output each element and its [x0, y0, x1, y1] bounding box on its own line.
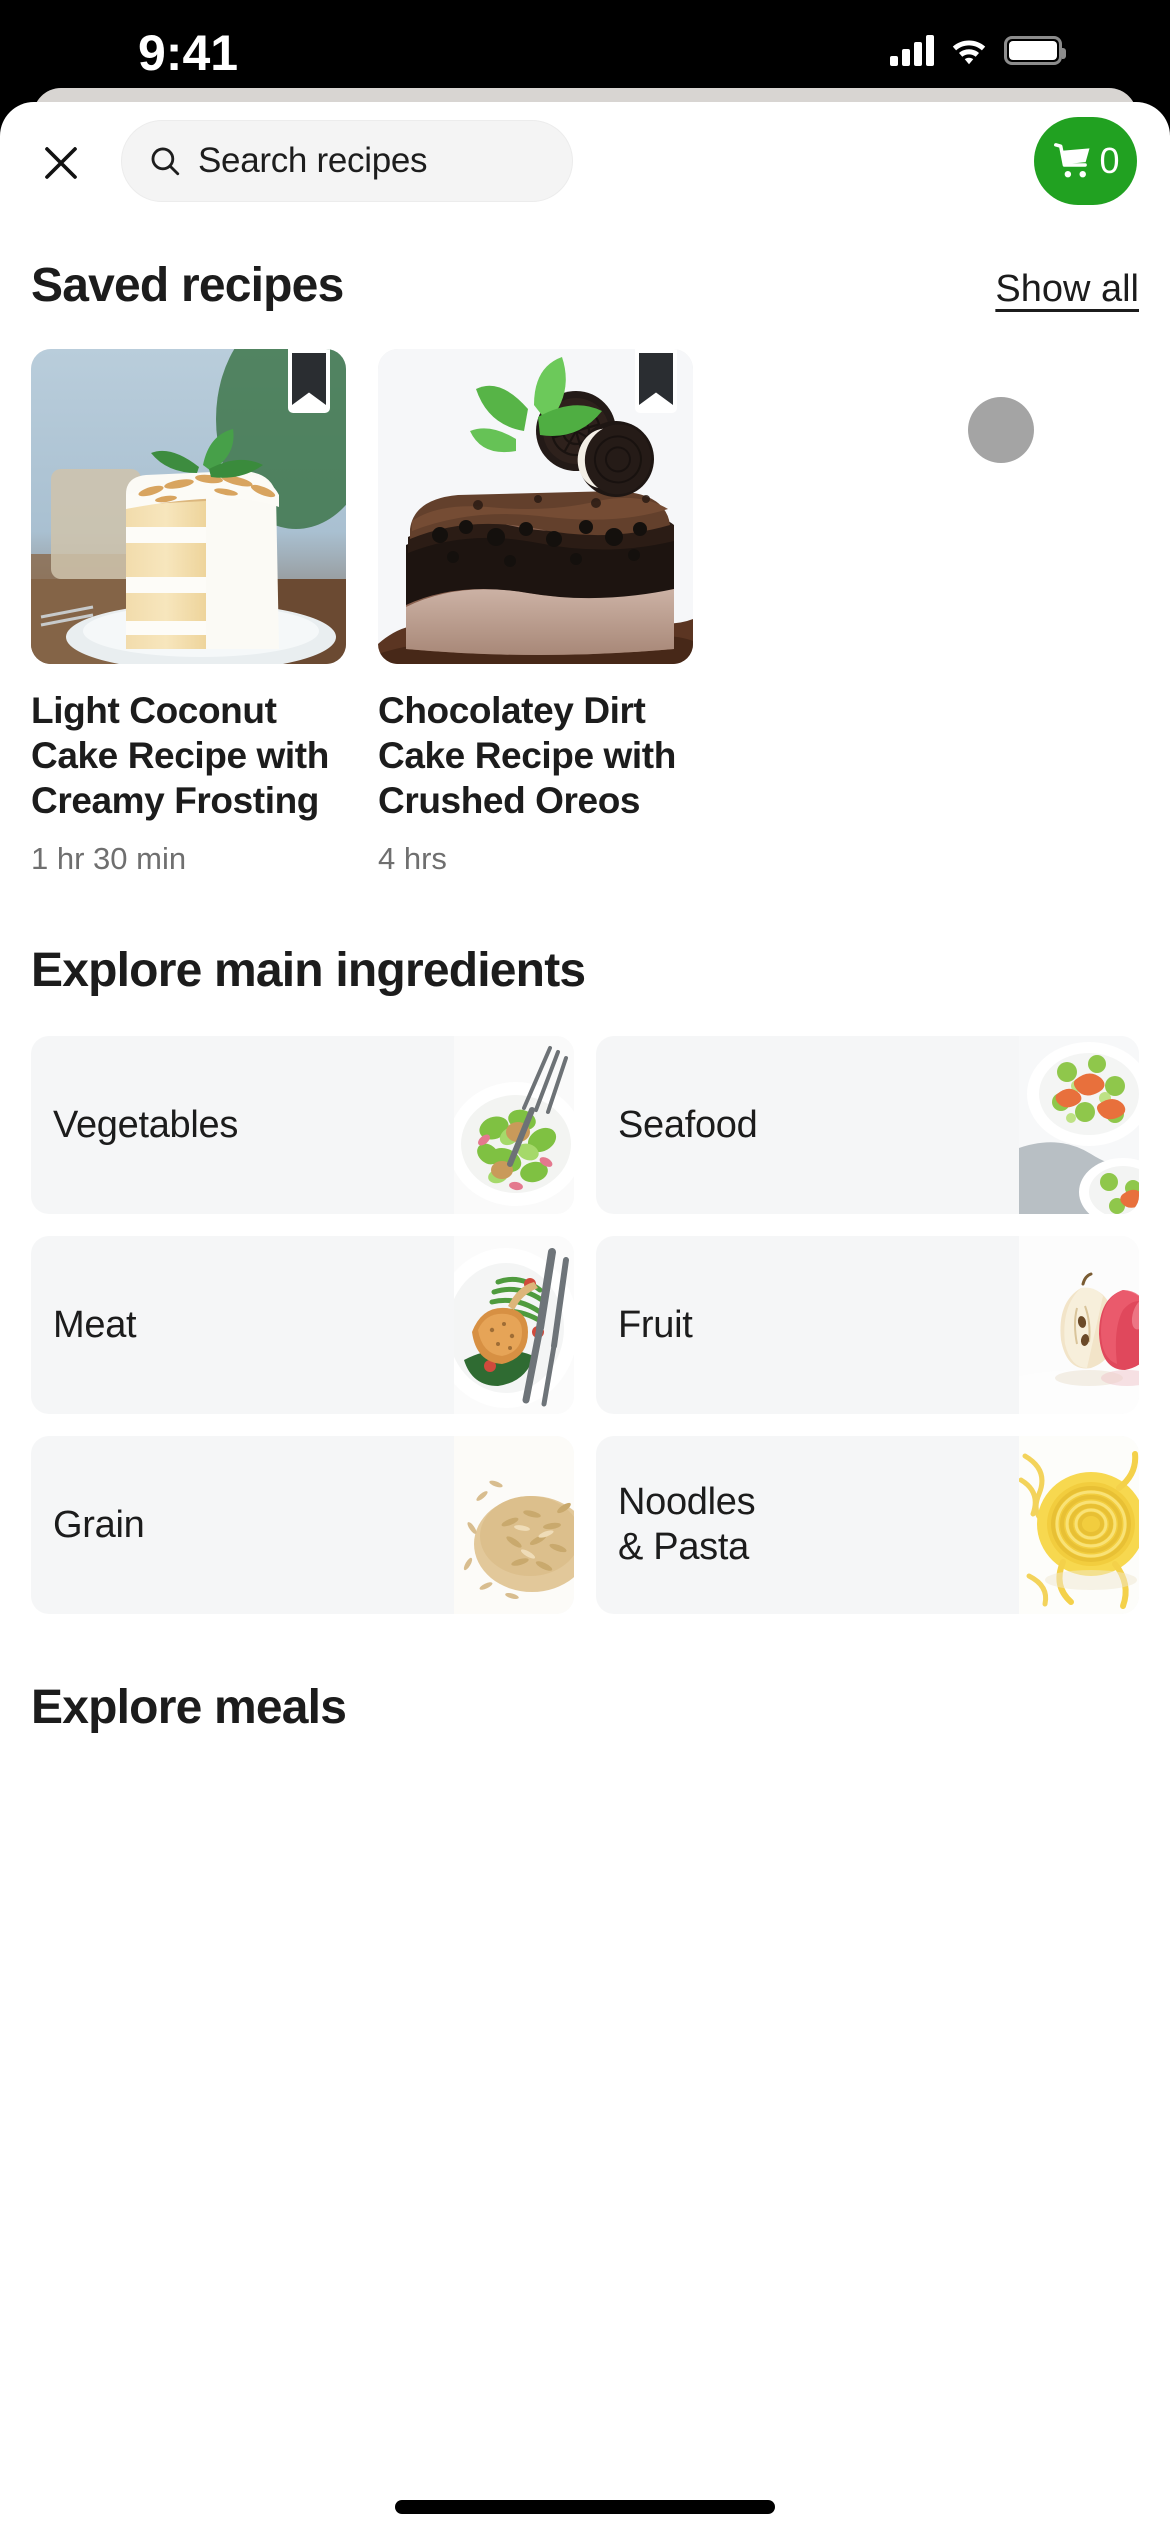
seafood-image	[1019, 1036, 1139, 1215]
recipe-card[interactable]: Light Coconut Cake Recipe with Creamy Fr…	[31, 349, 346, 877]
ingredient-label: Seafood	[618, 1103, 758, 1146]
grain-image	[454, 1436, 574, 1615]
status-bar: 9:41	[0, 0, 1170, 100]
bookmark-filled-icon	[639, 353, 673, 405]
cart-count-badge: 0	[1099, 140, 1120, 181]
search-input[interactable]: Search recipes	[121, 120, 573, 202]
ingredient-grid: Vegetables Seafood Meat Fruit Grain Nood…	[0, 1036, 1170, 1615]
saved-recipes-title: Saved recipes	[31, 259, 344, 312]
bookmark-button[interactable]	[635, 349, 677, 413]
show-all-link[interactable]: Show all	[995, 268, 1139, 311]
close-button[interactable]	[26, 128, 96, 198]
cellular-signal-icon	[890, 34, 934, 66]
ingredient-card-meat[interactable]: Meat	[31, 1236, 574, 1415]
search-placeholder-text: Search recipes	[198, 141, 428, 180]
home-indicator[interactable]	[395, 2500, 775, 2514]
ingredient-label: Meat	[53, 1303, 137, 1346]
ingredient-label: Grain	[53, 1503, 145, 1546]
battery-icon	[1004, 35, 1066, 65]
explore-meals-header: Explore meals	[0, 1680, 1170, 1735]
ingredient-card-noodles-pasta[interactable]: Noodles & Pasta	[596, 1436, 1139, 1615]
noodles-pasta-image	[1019, 1436, 1139, 1615]
recipe-thumbnail[interactable]	[378, 349, 693, 664]
saved-recipes-list: Light Coconut Cake Recipe with Creamy Fr…	[0, 349, 1170, 877]
explore-ingredients-header: Explore main ingredients	[0, 943, 1170, 998]
recipe-time: 1 hr 30 min	[31, 841, 187, 877]
bookmark-button[interactable]	[288, 349, 330, 413]
explore-ingredients-title: Explore main ingredients	[31, 944, 586, 998]
bookmark-filled-icon	[292, 353, 326, 405]
ingredient-label: Fruit	[618, 1303, 693, 1346]
recipe-title: Light Coconut Cake Recipe with Creamy Fr…	[31, 690, 329, 822]
recipe-card[interactable]: Chocolatey Dirt Cake Recipe with Crushed…	[378, 349, 693, 877]
ingredient-card-vegetables[interactable]: Vegetables	[31, 1036, 574, 1215]
recipe-time: 4 hrs	[378, 841, 447, 877]
ingredient-card-seafood[interactable]: Seafood	[596, 1036, 1139, 1215]
explore-meals-title: Explore meals	[31, 1681, 347, 1735]
ingredient-label: Noodles & Pasta	[618, 1480, 756, 1569]
meat-image	[454, 1236, 574, 1415]
saved-recipes-header: Saved recipes Show all	[0, 258, 1170, 313]
status-bar-indicators	[890, 34, 1066, 66]
recipe-browser-sheet: Search recipes 0 Saved recipes Show all	[0, 102, 1170, 2532]
vegetables-image	[454, 1036, 574, 1215]
cart-button[interactable]: 0	[1034, 117, 1137, 205]
ingredient-card-grain[interactable]: Grain	[31, 1436, 574, 1615]
ingredient-label: Vegetables	[53, 1103, 239, 1146]
ingredient-card-fruit[interactable]: Fruit	[596, 1236, 1139, 1415]
recipe-title: Chocolatey Dirt Cake Recipe with Crushed…	[378, 690, 676, 822]
shopping-cart-icon	[1054, 143, 1090, 178]
close-x-icon	[45, 147, 77, 179]
status-bar-time: 9:41	[138, 25, 239, 81]
fruit-image	[1019, 1236, 1139, 1415]
phone-screen: 9:41 Search recipes 0 Saved recipes Show…	[0, 0, 1170, 2532]
recipe-thumbnail[interactable]	[31, 349, 346, 664]
sheet-header: Search recipes 0	[0, 102, 1170, 220]
wifi-icon	[952, 40, 986, 65]
search-icon	[151, 147, 180, 176]
